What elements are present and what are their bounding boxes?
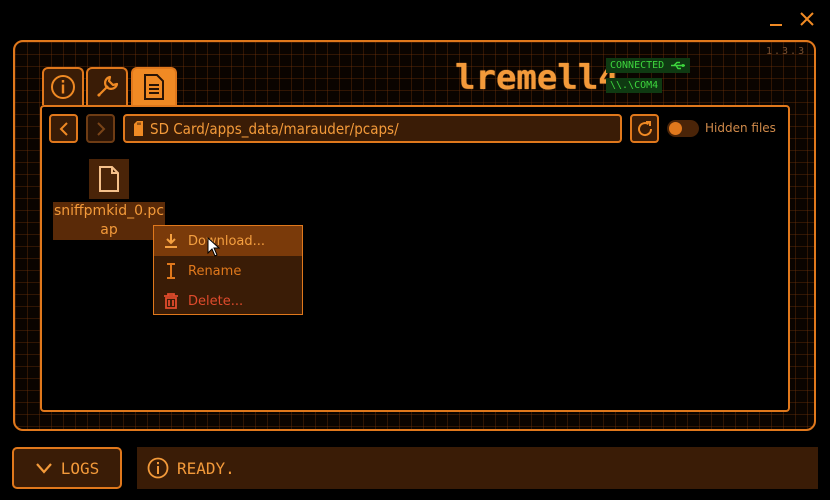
status-text: READY.	[177, 458, 235, 478]
close-button[interactable]	[798, 10, 816, 28]
file-icon-box	[89, 159, 129, 199]
menu-item-label: Download...	[188, 233, 266, 249]
menu-item-delete[interactable]: Delete...	[154, 286, 302, 316]
wrench-icon	[97, 75, 119, 97]
close-icon	[800, 12, 814, 26]
download-icon	[165, 234, 177, 248]
context-menu: Download... Rename Delete...	[153, 225, 303, 315]
tab-tools[interactable]	[86, 67, 128, 105]
tab-files[interactable]	[131, 67, 177, 105]
chevron-right-icon	[96, 121, 105, 136]
connection-badge: CONNECTED	[606, 58, 691, 73]
usb-icon	[671, 61, 686, 69]
sd-card-icon	[134, 121, 143, 136]
chevron-left-icon	[59, 121, 68, 136]
tab-info[interactable]	[42, 67, 84, 105]
text-cursor-icon	[167, 263, 175, 279]
minimize-icon	[770, 24, 782, 26]
app-logo: lremell4	[455, 58, 619, 98]
path-bar[interactable]: SD Card/apps_data/marauder/pcaps/	[123, 114, 622, 143]
status-bar: READY.	[137, 447, 818, 489]
hidden-files-label: Hidden files	[705, 121, 776, 135]
file-icon	[99, 166, 119, 192]
refresh-button[interactable]	[630, 114, 659, 143]
menu-item-label: Rename	[188, 263, 242, 279]
refresh-icon	[637, 120, 652, 136]
back-button[interactable]	[49, 114, 78, 143]
chevron-down-icon	[35, 463, 52, 474]
info-icon	[51, 75, 75, 99]
file-name: sniffpmkid_0.pcap	[53, 202, 165, 240]
info-icon	[147, 457, 169, 479]
version-label: 1.3.3	[766, 46, 807, 57]
menu-item-label: Delete...	[188, 293, 244, 309]
trash-icon	[164, 293, 178, 309]
path-text: SD Card/apps_data/marauder/pcaps/	[150, 119, 399, 138]
document-icon	[144, 74, 164, 100]
logs-label: LOGS	[60, 458, 100, 478]
forward-button[interactable]	[86, 114, 115, 143]
menu-item-rename[interactable]: Rename	[154, 256, 302, 286]
hidden-files-toggle[interactable]	[667, 120, 699, 137]
minimize-button[interactable]	[768, 10, 786, 28]
logs-button[interactable]: LOGS	[12, 447, 122, 489]
port-badge: \\.\COM4	[606, 78, 663, 93]
connection-status: CONNECTED	[610, 60, 665, 71]
mouse-pointer-icon	[207, 237, 221, 257]
menu-item-download[interactable]: Download...	[154, 226, 302, 256]
toggle-knob	[669, 122, 682, 135]
